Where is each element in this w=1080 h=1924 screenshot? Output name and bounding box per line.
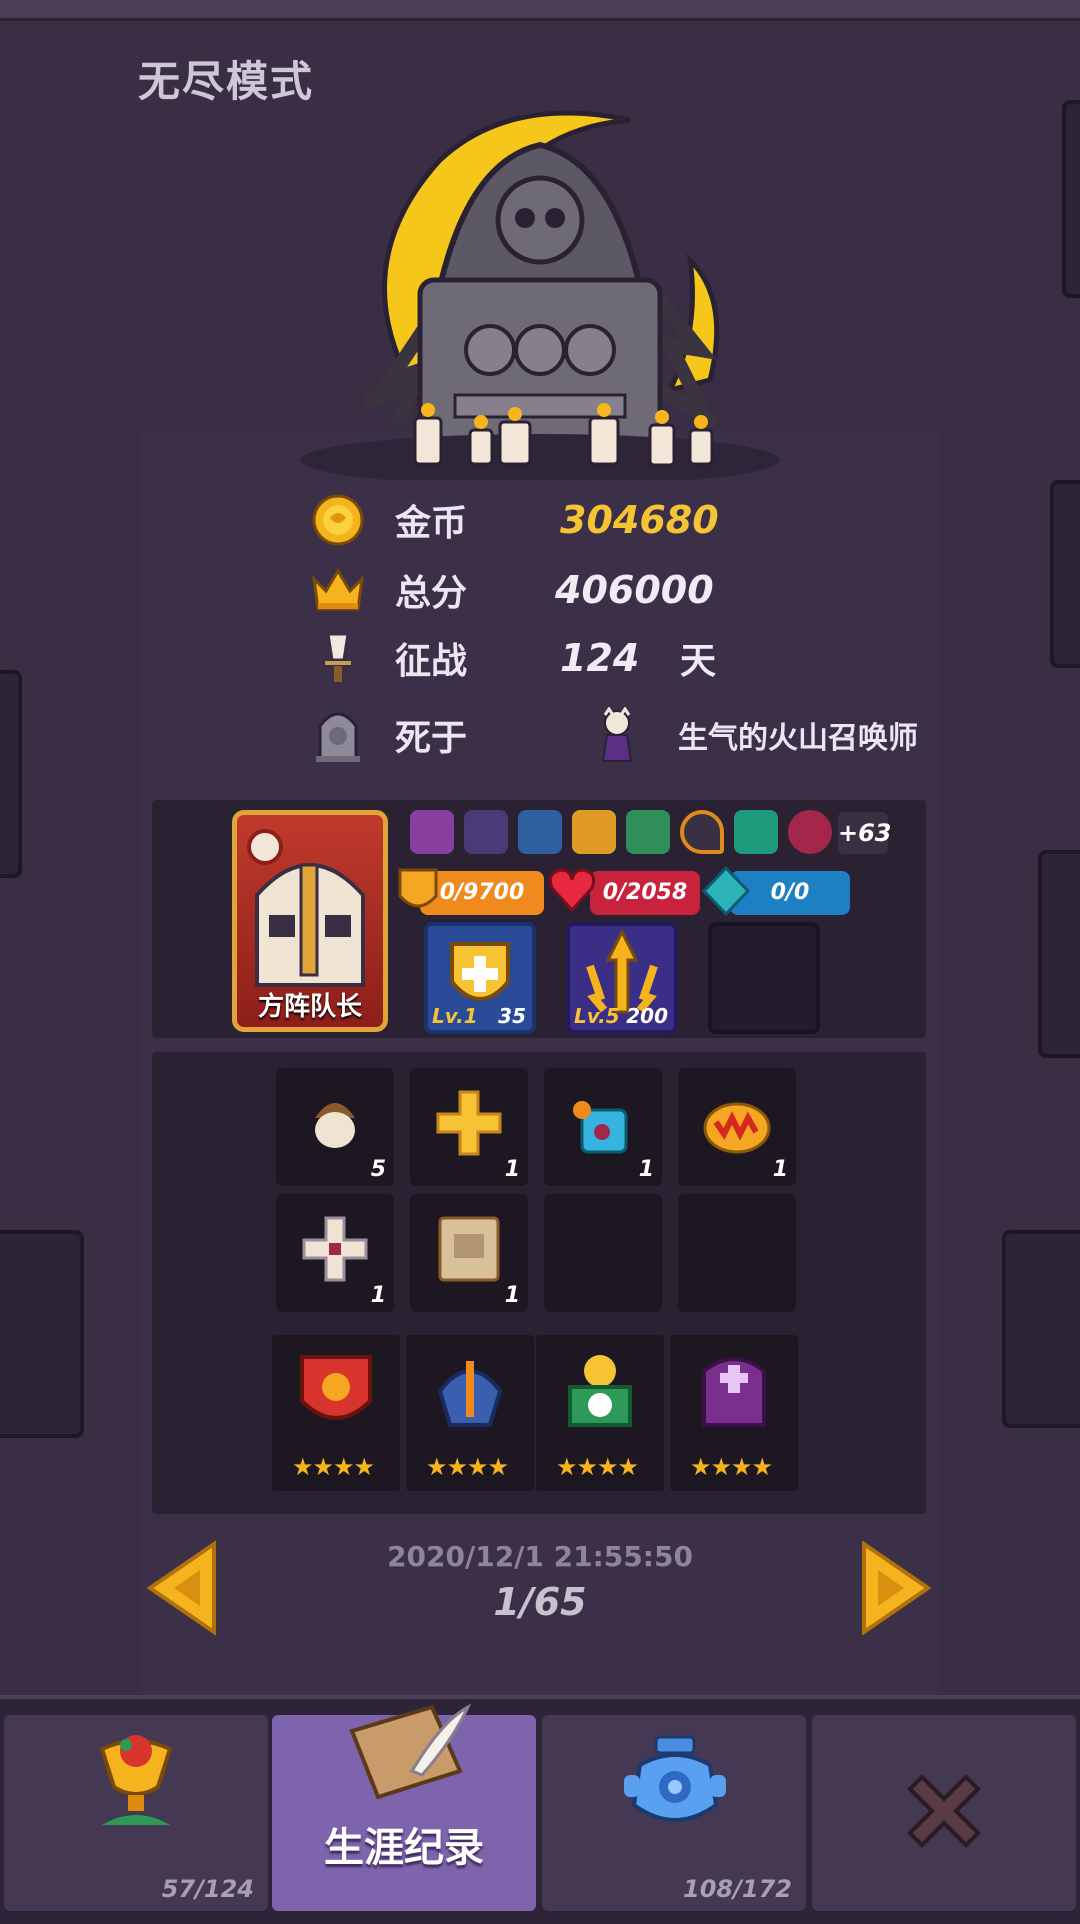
- score-value: 406000: [555, 568, 714, 612]
- relic-helmet-icon[interactable]: [464, 810, 508, 854]
- skill-slot-2[interactable]: Lv.5 200: [566, 922, 678, 1034]
- item-slot[interactable]: 1: [678, 1068, 796, 1186]
- achievements-count: 57/124: [161, 1875, 254, 1903]
- skill-slot-empty[interactable]: [708, 922, 820, 1034]
- crossbow-tower-icon: [437, 1361, 503, 1427]
- ally-slot[interactable]: ★★★★: [272, 1335, 400, 1491]
- item-slot[interactable]: 1: [276, 1194, 394, 1312]
- bandage-cross-icon: [302, 1216, 368, 1282]
- item-slot[interactable]: 1: [544, 1068, 662, 1186]
- gold-coin-icon: [310, 492, 366, 548]
- tombstone-icon: [310, 707, 366, 763]
- wall-block-right-2: [1050, 480, 1080, 668]
- mana-crystal-icon: [702, 866, 750, 916]
- relic-green-shirt-icon[interactable]: [734, 810, 778, 854]
- relic-red-orb-icon[interactable]: [788, 810, 832, 854]
- close-tab[interactable]: [812, 1715, 1076, 1911]
- close-icon[interactable]: [896, 1763, 992, 1859]
- item-count: 5: [370, 1157, 386, 1182]
- relic-green-book-icon[interactable]: [626, 810, 670, 854]
- crown-icon: [310, 562, 366, 618]
- page-indicator: 1/65: [493, 1580, 587, 1624]
- ally-slot[interactable]: ★★★★: [670, 1335, 798, 1491]
- skill-value: 200: [626, 1004, 668, 1028]
- tab-collection[interactable]: 108/172: [542, 1715, 806, 1911]
- collection-count: 108/172: [683, 1875, 792, 1903]
- health-heart-icon: [548, 868, 596, 913]
- armor-shield-icon: [398, 868, 438, 908]
- score-label: 总分: [395, 573, 468, 614]
- campaign-unit: 天: [680, 641, 717, 682]
- item-count: 1: [638, 1157, 654, 1182]
- relic-heart-icon[interactable]: [680, 810, 724, 854]
- stat-death: 死于 生气的火山召唤师: [310, 705, 918, 765]
- blue-vase-icon: [624, 1735, 726, 1822]
- item-slot-empty[interactable]: [544, 1194, 662, 1312]
- wall-block-right-3: [1038, 850, 1080, 1058]
- stat-campaign: 征战 124 天: [310, 628, 716, 688]
- ally-stars: ★★★★: [690, 1453, 773, 1481]
- skill-slot-1[interactable]: Lv.1 35: [424, 922, 536, 1034]
- item-slot-empty[interactable]: [678, 1194, 796, 1312]
- skill-level: Lv.5: [574, 1004, 620, 1028]
- record-date: 2020/12/1 21:55:50: [387, 1540, 693, 1573]
- cocktail-icon: [573, 1101, 628, 1154]
- hero-name: 方阵队长: [257, 992, 362, 1022]
- campaign-value: 124: [560, 636, 640, 680]
- hero-card[interactable]: 方阵队长: [232, 810, 388, 1032]
- trophy-cup-icon: [99, 1735, 173, 1825]
- ally-stars: ★★★★: [292, 1453, 375, 1481]
- tab-achievements[interactable]: 57/124: [4, 1715, 268, 1911]
- gold-value: 304680: [560, 498, 719, 542]
- red-shield-tower-icon: [300, 1355, 372, 1420]
- ally-slot[interactable]: ★★★★: [536, 1335, 664, 1491]
- killer-name: 生气的火山召唤师: [678, 721, 918, 756]
- health-bar: 0/2058: [590, 871, 700, 915]
- ally-stars: ★★★★: [556, 1453, 639, 1481]
- wall-block-left-1: [0, 670, 22, 878]
- ally-stars: ★★★★: [426, 1453, 509, 1481]
- killer-portrait: [595, 706, 639, 763]
- item-slot[interactable]: 1: [410, 1194, 528, 1312]
- clock-tower-icon: [568, 1355, 632, 1427]
- relic-purple-gear-icon[interactable]: [410, 810, 454, 854]
- gold-label: 金币: [395, 503, 468, 544]
- hero-helmet-icon: [247, 829, 365, 987]
- extra-relics-count[interactable]: +63: [838, 812, 892, 854]
- skill-level: Lv.1: [432, 1004, 478, 1028]
- wanted-poster-icon: [438, 1216, 500, 1282]
- item-count: 1: [504, 1283, 520, 1308]
- wall-block-right-4: [1002, 1230, 1080, 1428]
- item-slot[interactable]: 1: [410, 1068, 528, 1186]
- relic-blue-sword-icon[interactable]: [518, 810, 562, 854]
- skill-value: 35: [498, 1004, 526, 1028]
- death-label: 死于: [395, 718, 468, 759]
- top-edge: [0, 0, 1080, 21]
- pie-icon: [703, 1102, 771, 1154]
- item-count: 1: [370, 1283, 386, 1308]
- sword-icon: [310, 630, 366, 686]
- relic-fire-orb-icon[interactable]: [572, 810, 616, 854]
- item-count: 1: [504, 1157, 520, 1182]
- career-record-label: 生涯纪录: [324, 1825, 484, 1871]
- wall-block-right-1: [1062, 100, 1080, 298]
- item-count: 1: [772, 1157, 788, 1182]
- gold-cross-icon: [436, 1090, 502, 1156]
- prev-arrow-icon[interactable]: [144, 1540, 228, 1636]
- tombstone-moon-illustration: [300, 110, 780, 480]
- acorn-icon: [315, 1103, 355, 1148]
- scroll-quill-icon: [349, 1703, 472, 1800]
- priest-icon: [702, 1357, 766, 1427]
- ally-slot[interactable]: ★★★★: [406, 1335, 534, 1491]
- wall-block-left-2: [0, 1230, 84, 1438]
- stat-score: 总分 406000: [310, 560, 714, 620]
- tab-career-record[interactable]: 生涯纪录: [272, 1703, 536, 1911]
- next-arrow-icon[interactable]: [850, 1540, 934, 1636]
- item-slot[interactable]: 5: [276, 1068, 394, 1186]
- campaign-label: 征战: [395, 641, 468, 682]
- stat-gold: 金币 304680: [310, 490, 719, 550]
